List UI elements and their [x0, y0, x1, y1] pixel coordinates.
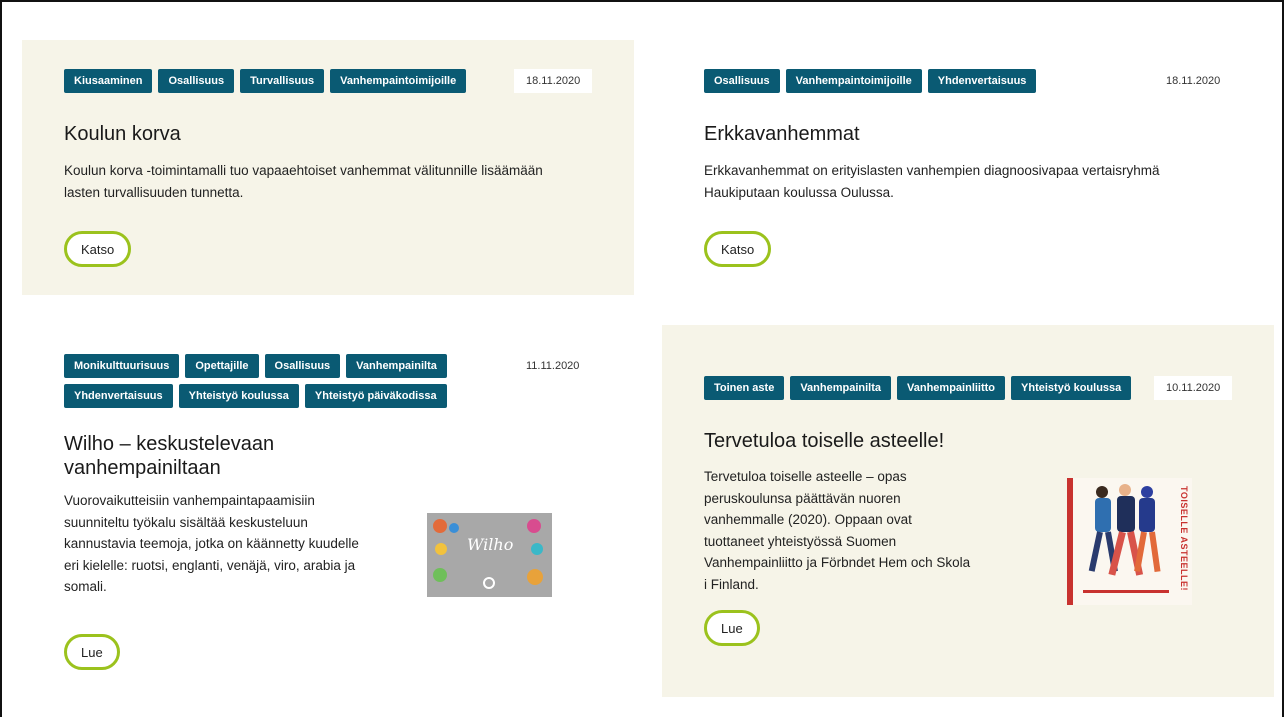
tag[interactable]: Turvallisuus — [240, 69, 325, 93]
read-button[interactable]: Lue — [64, 634, 120, 670]
tag[interactable]: Opettajille — [185, 354, 259, 378]
card-description: Tervetuloa toiselle asteelle – opas peru… — [704, 469, 971, 592]
image-title: Wilho — [467, 535, 514, 554]
tag[interactable]: Monikulttuurisuus — [64, 354, 180, 378]
date-badge: 11.11.2020 — [526, 360, 580, 372]
tag-list: Monikulttuurisuus Opettajille Osallisuus… — [64, 354, 454, 408]
card-title: Wilho – keskustelevaan vanhempainiltaan — [64, 433, 275, 479]
tag-list: Osallisuus Vanhempaintoimijoille Yhdenve… — [704, 69, 1037, 93]
read-button[interactable]: Lue — [704, 610, 760, 646]
card-erkkavanhemmat: Osallisuus Vanhempaintoimijoille Yhdenve… — [662, 40, 1274, 295]
tag[interactable]: Osallisuus — [704, 69, 780, 93]
view-button[interactable]: Katso — [704, 231, 772, 267]
tag[interactable]: Vanhempainilta — [346, 354, 447, 378]
card-description: Vuorovaikutteisiin vanhempaintapaamisiin… — [64, 493, 359, 594]
tag[interactable]: Toinen aste — [704, 376, 785, 400]
tag-list: Kiusaaminen Osallisuus Turvallisuus Vanh… — [64, 69, 467, 93]
tag[interactable]: Yhdenvertaisuus — [927, 69, 1037, 93]
tag[interactable]: Kiusaaminen — [64, 69, 153, 93]
card-wilho: Monikulttuurisuus Opettajille Osallisuus… — [22, 325, 634, 697]
book-title: TOISELLE ASTEELLE! — [1179, 486, 1189, 592]
wilho-cover-image: Wilho — [427, 513, 552, 597]
tag[interactable]: Vanhempaintoimijoille — [785, 69, 922, 93]
card-title: Tervetuloa toiselle asteelle! — [704, 430, 945, 452]
card-description: Erkkavanhemmat on erityislasten vanhempi… — [704, 163, 1160, 200]
card-title: Erkkavanhemmat — [704, 123, 860, 145]
date-badge: 10.11.2020 — [1154, 376, 1233, 400]
tag[interactable]: Osallisuus — [264, 354, 341, 378]
book-cover-image: TOISELLE ASTEELLE! — [1067, 478, 1192, 605]
card-description: Koulun korva -toimintamalli tuo vapaaeht… — [64, 163, 543, 200]
tag[interactable]: Yhteistyö koulussa — [178, 384, 299, 408]
card-tervetuloa: Toinen aste Vanhempainilta Vanhempainlii… — [662, 325, 1274, 697]
tag[interactable]: Yhteistyö päiväkodissa — [304, 384, 447, 408]
tag[interactable]: Osallisuus — [158, 69, 235, 93]
card-koulun-korva: Kiusaaminen Osallisuus Turvallisuus Vanh… — [22, 40, 634, 295]
tag[interactable]: Vanhempaintoimijoille — [330, 69, 467, 93]
view-button[interactable]: Katso — [64, 231, 132, 267]
tag[interactable]: Vanhempainliitto — [897, 376, 1006, 400]
tag[interactable]: Yhteistyö koulussa — [1011, 376, 1132, 400]
tag[interactable]: Vanhempainilta — [790, 376, 892, 400]
tag[interactable]: Yhdenvertaisuus — [64, 384, 173, 408]
date-badge: 18.11.2020 — [1166, 75, 1221, 87]
date-badge: 18.11.2020 — [514, 69, 593, 93]
card-title: Koulun korva — [64, 123, 181, 145]
tag-list: Toinen aste Vanhempainilta Vanhempainlii… — [704, 376, 1132, 400]
